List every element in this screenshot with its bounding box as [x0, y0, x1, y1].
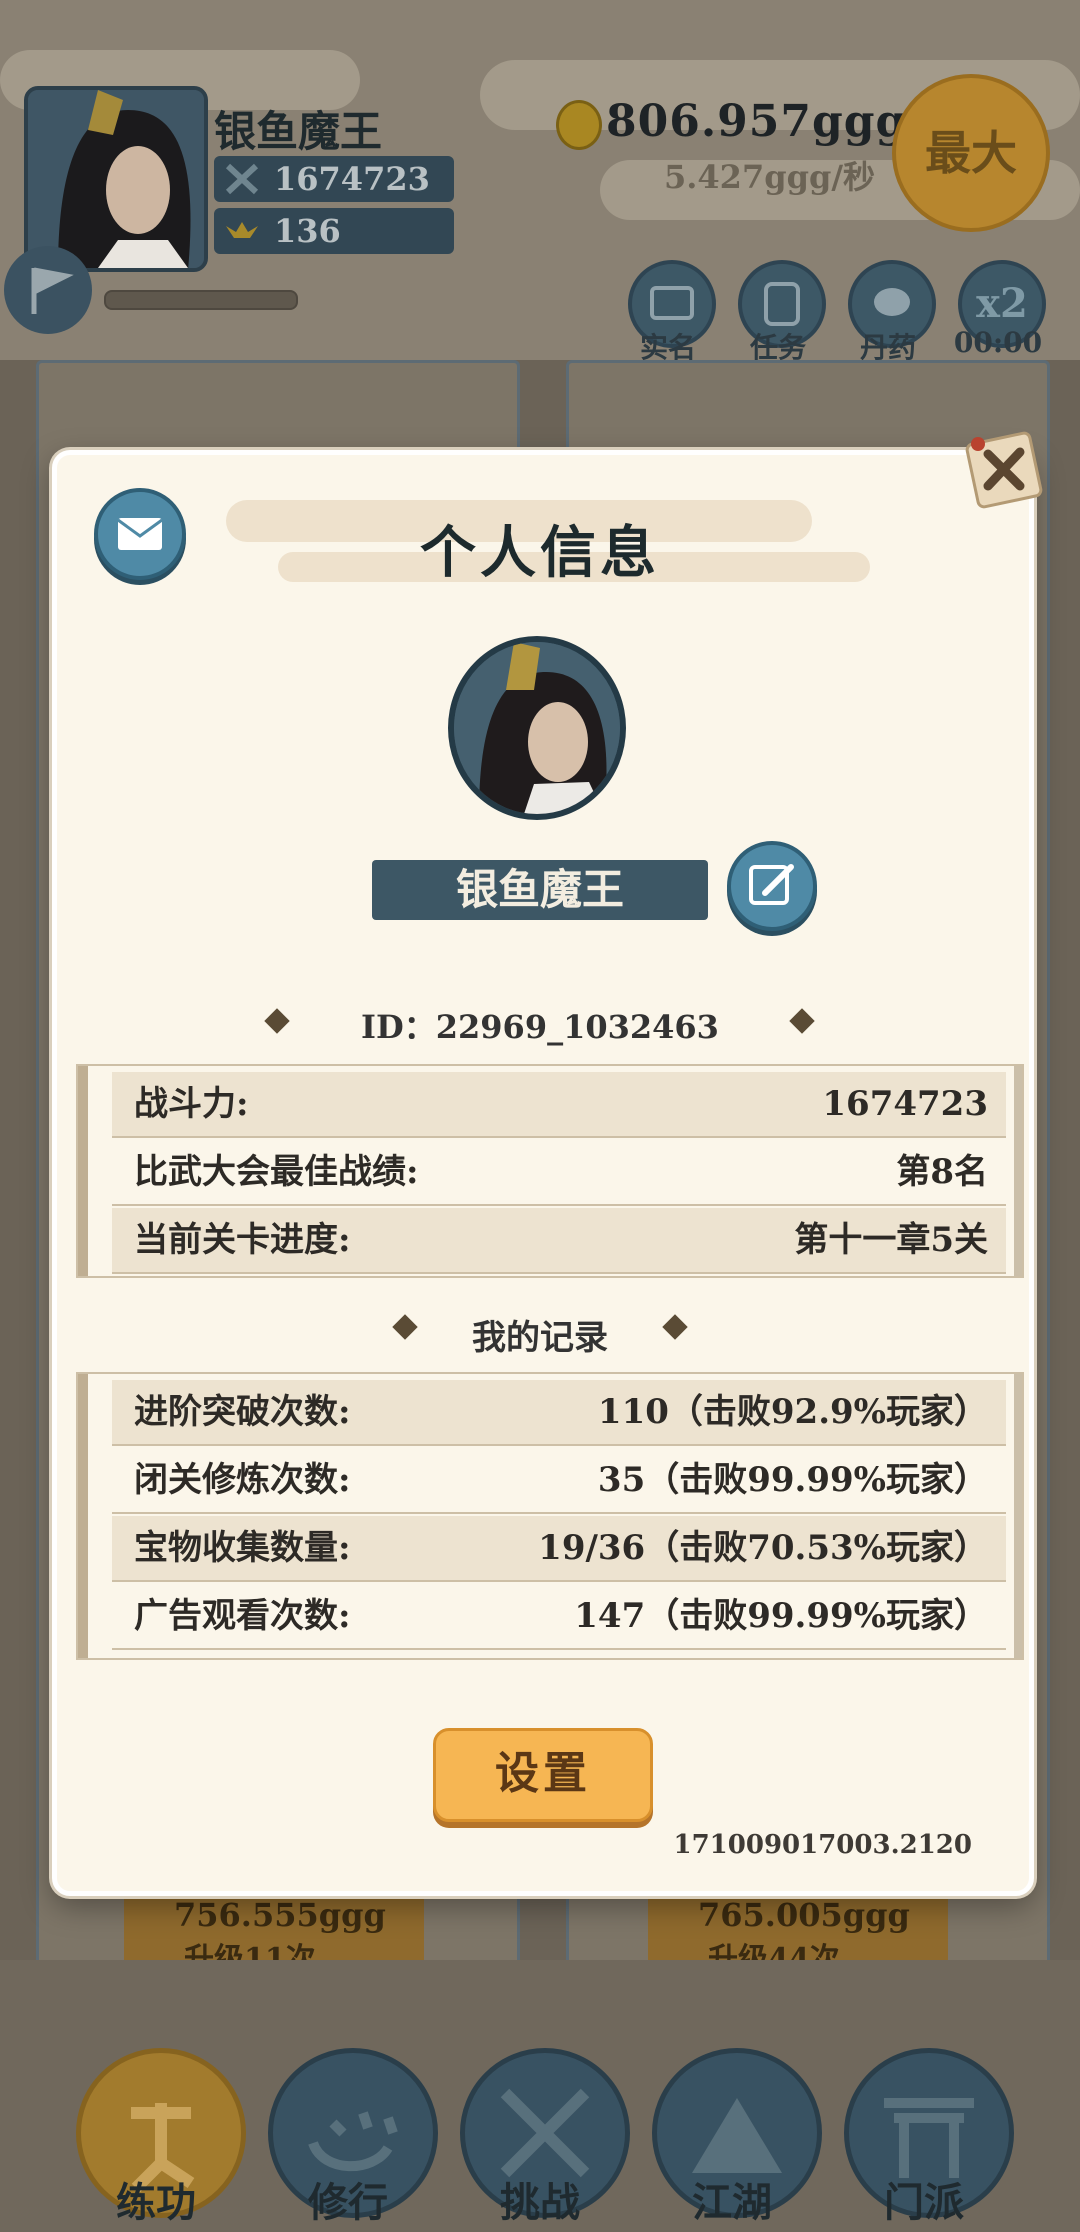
ingot-icon: [226, 222, 258, 238]
max-button[interactable]: 最大: [892, 74, 1050, 232]
gold-amount: 806.957ggg: [606, 96, 908, 147]
stat-value: 第十一章5关: [794, 1220, 988, 1260]
record-label: 宝物收集数量:: [134, 1528, 351, 1568]
hero-portrait-icon: [28, 90, 204, 268]
record-value: 147（击败99.99%玩家）: [574, 1596, 988, 1636]
flag-icon: [31, 267, 74, 314]
edit-name-button[interactable]: [727, 841, 817, 931]
records-table: 进阶突破次数: 110（击败92.9%玩家） 闭关修炼次数: 35（击败99.9…: [78, 1374, 1022, 1658]
boost-timer: 00:00: [953, 326, 1043, 359]
hero-portrait-icon: [454, 642, 620, 814]
upgrade-cost-right: 765.005ggg: [698, 1896, 910, 1934]
stat-row: 战斗力: 1674723: [112, 1072, 1006, 1138]
stat-label: 当前关卡进度:: [134, 1220, 351, 1260]
nav-jianghu-label: 江湖: [692, 2179, 772, 2226]
stat-row: 比武大会最佳战绩: 第8名: [112, 1140, 1006, 1206]
record-value: 35（击败99.99%玩家）: [597, 1460, 988, 1500]
nav-challenge-label: 挑战: [500, 2179, 580, 2226]
version-number: 171009017003.2120: [673, 1830, 972, 1860]
mail-button[interactable]: [94, 488, 186, 580]
stat-value: 第8名: [896, 1152, 988, 1192]
record-row: 进阶突破次数: 110（击败92.9%玩家）: [112, 1380, 1006, 1446]
record-value: 19/36（击败70.53%玩家）: [538, 1528, 988, 1568]
nav-sect-label: 门派: [884, 2179, 964, 2226]
record-label: 闭关修炼次数:: [134, 1460, 351, 1500]
profile-name: 银鱼魔王: [372, 860, 708, 920]
upgrade-tag-right[interactable]: 765.005ggg 升级44次: [648, 1886, 948, 1977]
stat-label: 比武大会最佳战绩:: [134, 1152, 419, 1192]
player-avatar[interactable]: [24, 86, 208, 272]
upgrade-cost-left: 756.555ggg: [174, 1896, 386, 1934]
coin-icon: [556, 100, 602, 150]
stat-label: 战斗力:: [134, 1084, 249, 1124]
player-name: 银鱼魔王: [214, 107, 383, 156]
ingot-pill: 136: [214, 208, 454, 254]
record-label: 进阶突破次数:: [134, 1392, 351, 1432]
record-row: 广告观看次数: 147（击败99.99%玩家）: [112, 1584, 1006, 1650]
record-row: 宝物收集数量: 19/36（击败70.53%玩家）: [112, 1516, 1006, 1582]
close-icon: [965, 431, 1043, 509]
close-button[interactable]: [958, 424, 1048, 514]
settings-button[interactable]: 设置: [433, 1728, 653, 1822]
flag-button[interactable]: [4, 246, 92, 334]
power-pill: 1674723: [214, 156, 454, 202]
envelope-icon: [117, 518, 163, 550]
stat-value: 1674723: [822, 1084, 988, 1124]
edit-icon: [749, 864, 794, 905]
player-id: ID：22969_1032463: [361, 1008, 719, 1046]
profile-avatar[interactable]: [448, 636, 626, 820]
ingot-value: 136: [274, 212, 341, 250]
stats-table: 战斗力: 1674723 比武大会最佳战绩: 第8名 当前关卡进度: 第十一章5…: [78, 1066, 1022, 1276]
records-title: 我的记录: [472, 1318, 608, 1358]
record-label: 广告观看次数:: [134, 1596, 351, 1636]
nav-practice-label: 练功: [116, 2179, 196, 2226]
nav-cultivate-label: 修行: [308, 2179, 388, 2226]
stat-row: 当前关卡进度: 第十一章5关: [112, 1208, 1006, 1274]
x2-boost-icon: x2: [976, 280, 1028, 327]
level-progress-bar: [104, 290, 298, 310]
power-value: 1674723: [274, 160, 430, 198]
gold-rate: 5.427ggg/秒: [664, 158, 876, 196]
upgrade-tag-left[interactable]: 756.555ggg 升级11次: [124, 1886, 424, 1977]
record-value: 110（击败92.9%玩家）: [597, 1392, 988, 1432]
record-row: 闭关修炼次数: 35（击败99.99%玩家）: [112, 1448, 1006, 1514]
crossed-swords-icon: [225, 163, 259, 195]
